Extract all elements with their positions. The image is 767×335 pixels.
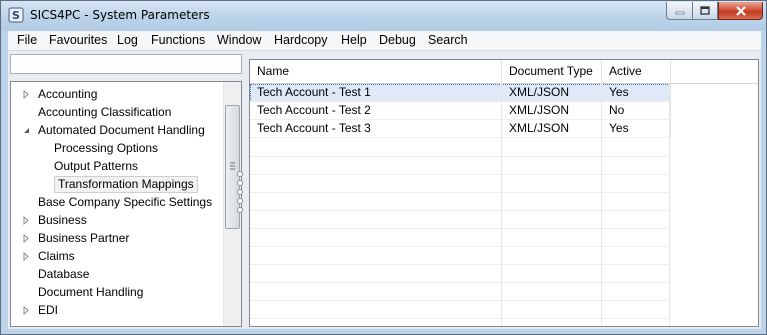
maximize-icon (700, 6, 710, 15)
empty-grid-row (250, 318, 670, 326)
expanded-triangle-icon[interactable] (22, 126, 31, 135)
column-header-name[interactable]: Name (250, 60, 502, 83)
window-title: SICS4PC - System Parameters (30, 8, 210, 22)
cell-active: No (602, 102, 671, 120)
menu-file[interactable]: File (17, 33, 37, 47)
tree-item[interactable]: Transformation Mappings (54, 176, 198, 193)
menu-window[interactable]: Window (217, 33, 261, 47)
tree-item[interactable]: EDI (38, 301, 58, 319)
empty-grid-row (250, 246, 670, 265)
collapsed-triangle-icon[interactable] (22, 90, 31, 99)
main-content: Accounting Accounting Classification Autom… (8, 51, 761, 329)
column-divider (601, 83, 602, 326)
cell-active: Yes (602, 84, 671, 102)
menu-help[interactable]: Help (341, 33, 367, 47)
parameter-tree[interactable]: Accounting Accounting Classification Autom… (10, 81, 242, 327)
tree-item[interactable]: Output Patterns (54, 157, 138, 175)
cell-doc-type: XML/JSON (502, 120, 602, 138)
empty-grid-row (250, 156, 670, 175)
cell-doc-type: XML/JSON (502, 102, 602, 120)
close-icon (735, 5, 746, 16)
tree-search-input[interactable] (10, 54, 242, 74)
empty-grid-row (250, 264, 670, 283)
collapsed-triangle-icon[interactable] (22, 216, 31, 225)
tree-item[interactable]: Accounting (38, 85, 97, 103)
grid-row[interactable]: Tech Account - Test 2 XML/JSON No (250, 102, 671, 120)
empty-grid-row (250, 300, 670, 319)
menu-debug[interactable]: Debug (379, 33, 416, 47)
tree-item[interactable]: Automated Document Handling (38, 121, 205, 139)
collapsed-triangle-icon[interactable] (22, 252, 31, 261)
tree-item[interactable]: Base Company Specific Settings (38, 193, 212, 211)
menu-log[interactable]: Log (117, 33, 138, 47)
menu-bar: File Favourites Log Functions Window Hardcopy… (8, 31, 761, 51)
collapsed-triangle-icon[interactable] (22, 306, 31, 315)
menu-search[interactable]: Search (428, 33, 468, 47)
cell-name: Tech Account - Test 3 (250, 120, 502, 138)
column-divider (501, 83, 502, 326)
app-window: S SICS4PC - System Parameters File Favour… (0, 0, 767, 335)
grid-row[interactable]: Tech Account - Test 3 XML/JSON Yes (250, 120, 671, 138)
close-button[interactable] (718, 2, 763, 20)
tree-item[interactable]: Database (38, 265, 89, 283)
cell-name: Tech Account - Test 2 (250, 102, 502, 120)
tree-item[interactable]: Business Partner (38, 229, 129, 247)
tree-item[interactable]: Processing Options (54, 139, 158, 157)
caption-buttons (666, 2, 763, 21)
grid-header: Name Document Type Active (250, 60, 758, 84)
column-divider (669, 83, 670, 326)
empty-grid-row (250, 210, 670, 229)
minimize-icon (675, 11, 684, 14)
menu-hardcopy[interactable]: Hardcopy (274, 33, 328, 47)
empty-grid-row (250, 282, 670, 301)
grid-row[interactable]: Tech Account - Test 1 XML/JSON Yes (250, 84, 671, 102)
maximize-button[interactable] (692, 2, 718, 20)
cell-active: Yes (602, 120, 671, 138)
menu-functions[interactable]: Functions (151, 33, 205, 47)
empty-grid-row (250, 228, 670, 247)
empty-grid-row (250, 138, 670, 157)
title-bar[interactable]: S SICS4PC - System Parameters (1, 1, 766, 31)
cell-name: Tech Account - Test 1 (250, 84, 502, 102)
menu-favourites[interactable]: Favourites (49, 33, 107, 47)
splitter-grip[interactable] (237, 171, 243, 213)
column-header-active[interactable]: Active (602, 60, 671, 83)
collapsed-triangle-icon[interactable] (22, 234, 31, 243)
mappings-grid[interactable]: Name Document Type Active Tech Account -… (249, 59, 759, 327)
tree-item[interactable]: Business (38, 211, 87, 229)
app-logo-icon: S (8, 7, 24, 23)
empty-grid-row (250, 174, 670, 193)
tree-item[interactable]: Accounting Classification (38, 103, 171, 121)
minimize-button[interactable] (666, 2, 692, 20)
tree-item[interactable]: Claims (38, 247, 75, 265)
cell-doc-type: XML/JSON (502, 84, 602, 102)
tree-item[interactable]: Document Handling (38, 283, 143, 301)
empty-grid-row (250, 192, 670, 211)
column-header-document-type[interactable]: Document Type (502, 60, 602, 83)
svg-text:S: S (12, 9, 20, 22)
